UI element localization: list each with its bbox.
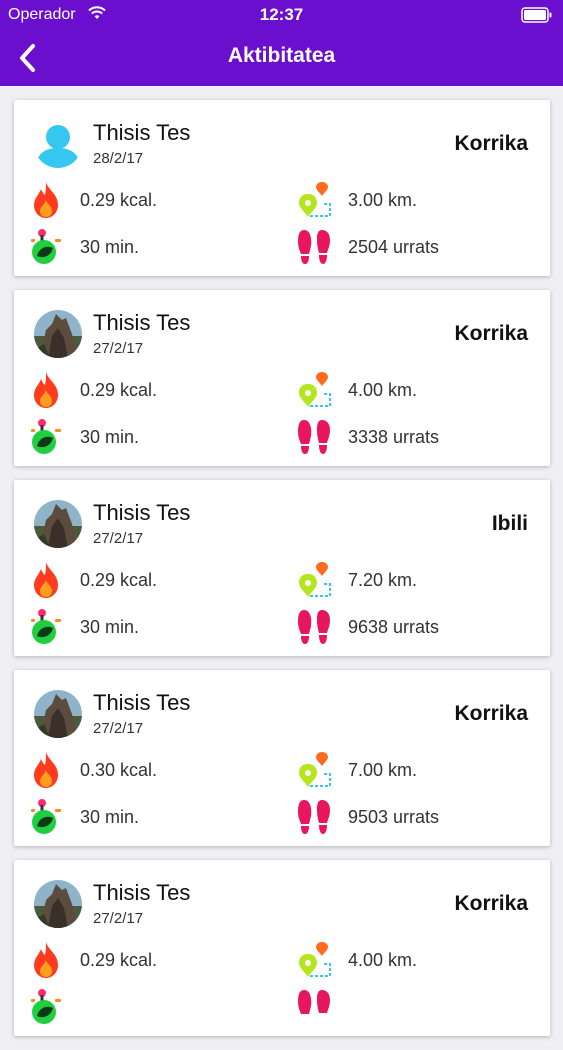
timer-icon xyxy=(31,799,61,834)
map-pin-icon xyxy=(299,752,331,787)
user-name: Thisis Tes xyxy=(93,310,191,335)
back-button[interactable] xyxy=(8,38,48,78)
flame-icon xyxy=(34,182,58,218)
activity-type: Ibili xyxy=(491,512,528,535)
activity-list: Thisis Tes 28/2/17 Korrika 0.29 kcal. 30… xyxy=(14,100,550,1050)
calories-value: 0.30 kcal. xyxy=(80,760,158,780)
user-name: Thisis Tes xyxy=(93,690,191,715)
distance-value: 4.00 km. xyxy=(348,950,418,970)
flame-icon xyxy=(34,942,58,978)
activity-date: 28/2/17 xyxy=(93,150,144,167)
duration-value: 30 min. xyxy=(80,807,140,827)
activity-date: 27/2/17 xyxy=(93,530,144,547)
activity-date: 27/2/17 xyxy=(93,340,144,357)
timer-icon xyxy=(31,419,61,454)
activity-date: 27/2/17 xyxy=(93,720,144,737)
activity-date: 27/2/17 xyxy=(93,910,144,927)
map-pin-icon xyxy=(299,372,331,407)
avatar-photo xyxy=(34,690,82,738)
page-title: Aktibitatea xyxy=(227,44,336,67)
flame-icon xyxy=(34,752,58,788)
battery-icon xyxy=(521,7,552,23)
distance-value: 4.00 km. xyxy=(348,380,418,400)
activity-type: Korrika xyxy=(454,702,528,725)
avatar xyxy=(34,500,82,548)
footprints-icon xyxy=(298,420,330,454)
distance-value: 7.20 km. xyxy=(348,570,418,590)
activity-card[interactable]: Thisis Tes 27/2/17 Korrika 0.29 kcal. 30… xyxy=(14,290,550,466)
steps-value: 9638 urrats xyxy=(348,617,440,637)
activity-type: Korrika xyxy=(454,892,528,915)
distance-value: 7.00 km. xyxy=(348,760,418,780)
activity-card[interactable]: Thisis Tes 27/2/17 Korrika 0.30 kcal. 30… xyxy=(14,670,550,846)
user-name: Thisis Tes xyxy=(93,500,191,525)
timer-icon xyxy=(31,229,61,264)
duration-value: 30 min. xyxy=(80,617,140,637)
activity-type: Korrika xyxy=(454,322,528,345)
footprints-icon xyxy=(298,610,330,644)
map-pin-icon xyxy=(299,562,331,597)
distance-value: 3.00 km. xyxy=(348,190,418,210)
map-pin-icon xyxy=(299,942,331,977)
avatar-photo xyxy=(34,880,82,928)
user-name: Thisis Tes xyxy=(93,880,191,905)
avatar xyxy=(34,690,82,738)
flame-icon xyxy=(34,562,58,598)
footprints-icon xyxy=(298,230,330,264)
avatar xyxy=(34,310,82,358)
steps-value: 9503 urrats xyxy=(348,807,440,827)
activity-card[interactable]: Thisis Tes 27/2/17 Korrika 0.29 kcal. 4.… xyxy=(14,860,550,1036)
duration-value: 30 min. xyxy=(80,427,140,447)
navigation-bar: Aktibitatea xyxy=(0,30,563,86)
footprints-icon xyxy=(298,990,330,1014)
user-name: Thisis Tes xyxy=(93,120,191,145)
avatar xyxy=(34,120,82,168)
steps-value: 2504 urrats xyxy=(348,237,440,257)
status-bar: Operador 12:37 xyxy=(0,0,563,30)
flame-icon xyxy=(34,372,58,408)
footprints-icon xyxy=(298,800,330,834)
steps-value: 3338 urrats xyxy=(348,427,440,447)
avatar-photo xyxy=(34,500,82,548)
activity-card[interactable]: Thisis Tes 27/2/17 Ibili 0.29 kcal. 30 m… xyxy=(14,480,550,656)
calories-value: 0.29 kcal. xyxy=(80,190,158,210)
avatar xyxy=(34,880,82,928)
timer-icon xyxy=(31,989,61,1024)
chevron-left-icon xyxy=(20,44,35,72)
map-pin-icon xyxy=(299,182,331,217)
default-user-icon xyxy=(34,120,82,168)
avatar-photo xyxy=(34,310,82,358)
duration-value: 30 min. xyxy=(80,237,140,257)
activity-type: Korrika xyxy=(454,132,528,155)
calories-value: 0.29 kcal. xyxy=(80,950,158,970)
timer-icon xyxy=(31,609,61,644)
activity-card[interactable]: Thisis Tes 28/2/17 Korrika 0.29 kcal. 30… xyxy=(14,100,550,276)
calories-value: 0.29 kcal. xyxy=(80,380,158,400)
status-time: 12:37 xyxy=(259,5,304,24)
calories-value: 0.29 kcal. xyxy=(80,570,158,590)
